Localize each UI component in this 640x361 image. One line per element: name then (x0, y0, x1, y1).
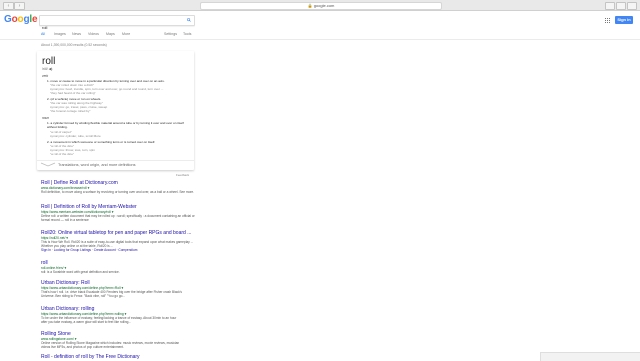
dictionary-word: roll (42, 56, 56, 67)
tab-news[interactable]: News (72, 32, 81, 39)
chevron-down-icon (40, 162, 56, 167)
noun-label: noun (42, 116, 50, 120)
more-definitions-label: Translations, word origin, and more defi… (58, 163, 136, 167)
forward-icon[interactable]: › (14, 2, 25, 10)
more-definitions-bar[interactable]: Translations, word origin, and more defi… (37, 160, 194, 170)
apps-grid-icon[interactable] (605, 18, 610, 23)
definition-line: 1. a cylinder formed by winding flexible… (47, 121, 184, 129)
result-stats: About 1,390,000,000 results (0.52 second… (41, 43, 107, 47)
search-result: Roll - definition of roll by The Free Di… (41, 354, 201, 360)
back-icon[interactable]: ‹ (3, 2, 14, 10)
result-snippet: Roll definition, to move along a surface… (41, 190, 195, 194)
search-result: Roll | Define Roll at Dictionary.com www… (41, 180, 201, 194)
address-bar[interactable]: 🔒 google.com (200, 2, 442, 10)
tabs-icon[interactable] (616, 2, 626, 10)
tab-images[interactable]: Images (54, 32, 66, 39)
logo-letter: G (4, 14, 12, 25)
sign-in-button[interactable]: Sign in (615, 16, 633, 24)
search-result: Urban Dictionary: rolling https://www.ur… (41, 306, 201, 324)
search-result: Rolling Stone www.rollingstone.com/ ▾ On… (41, 331, 201, 349)
example-line: "they had heard of the car rolling" (50, 91, 96, 95)
tab-more[interactable]: More (122, 32, 130, 39)
result-snippet: Define roll: a written document that may… (41, 214, 195, 222)
synonyms-line: synonyms: cylinder, tube, scroll More (50, 134, 101, 138)
logo-letter: e (31, 14, 38, 25)
google-logo[interactable]: Google (4, 14, 38, 25)
result-snippet: Universe. Ben riding to Fenor. "Back vib… (41, 294, 126, 298)
verb-label: verb (42, 74, 49, 78)
result-sitelinks[interactable]: Sign In · Looking for Group Listings · C… (41, 248, 201, 252)
share-icon[interactable] (605, 2, 615, 10)
lock-icon: 🔒 (307, 3, 313, 8)
result-snippet: roll: is a Scrabble word with great defi… (41, 270, 120, 274)
result-title[interactable]: Roll - definition of roll by The Free Di… (41, 354, 201, 360)
result-snippet: after you take ecstasy, a warm glow will… (41, 320, 132, 324)
tab-settings[interactable]: Settings (164, 32, 177, 39)
search-icon[interactable] (187, 18, 191, 22)
search-result: Roll20: Online virtual tabletop for pen … (41, 230, 201, 252)
address-text: google.com (313, 3, 335, 8)
tab-maps[interactable]: Maps (106, 32, 115, 39)
feedback-link[interactable]: Feedback (176, 173, 189, 177)
tab-videos[interactable]: Videos (88, 32, 99, 39)
search-result: Roll | Definition of Roll by Merriam-Web… (41, 204, 201, 222)
example-line: "a roll of the dice" (50, 152, 75, 156)
phonetic[interactable]: /rōl/ ◀) (42, 67, 52, 71)
search-box[interactable] (39, 15, 195, 32)
header-divider (0, 39, 640, 40)
search-input[interactable] (40, 23, 172, 32)
browser-toolbar: ‹ › 🔒 google.com (0, 0, 640, 11)
new-tab-icon[interactable] (627, 2, 637, 10)
tab-tools[interactable]: Tools (183, 32, 191, 39)
result-snippet: videos live MP3s, and photos of pop cult… (41, 345, 124, 349)
dictionary-card: roll /rōl/ ◀) verb 1. move or cause to m… (37, 51, 194, 170)
search-result: Urban Dictionary: Roll https://www.urban… (41, 280, 201, 298)
search-result: roll roll.online.fr/en/ ▾ roll: is a Scr… (41, 260, 201, 274)
example-line: "the funeral cortege rolled by" (50, 109, 91, 113)
